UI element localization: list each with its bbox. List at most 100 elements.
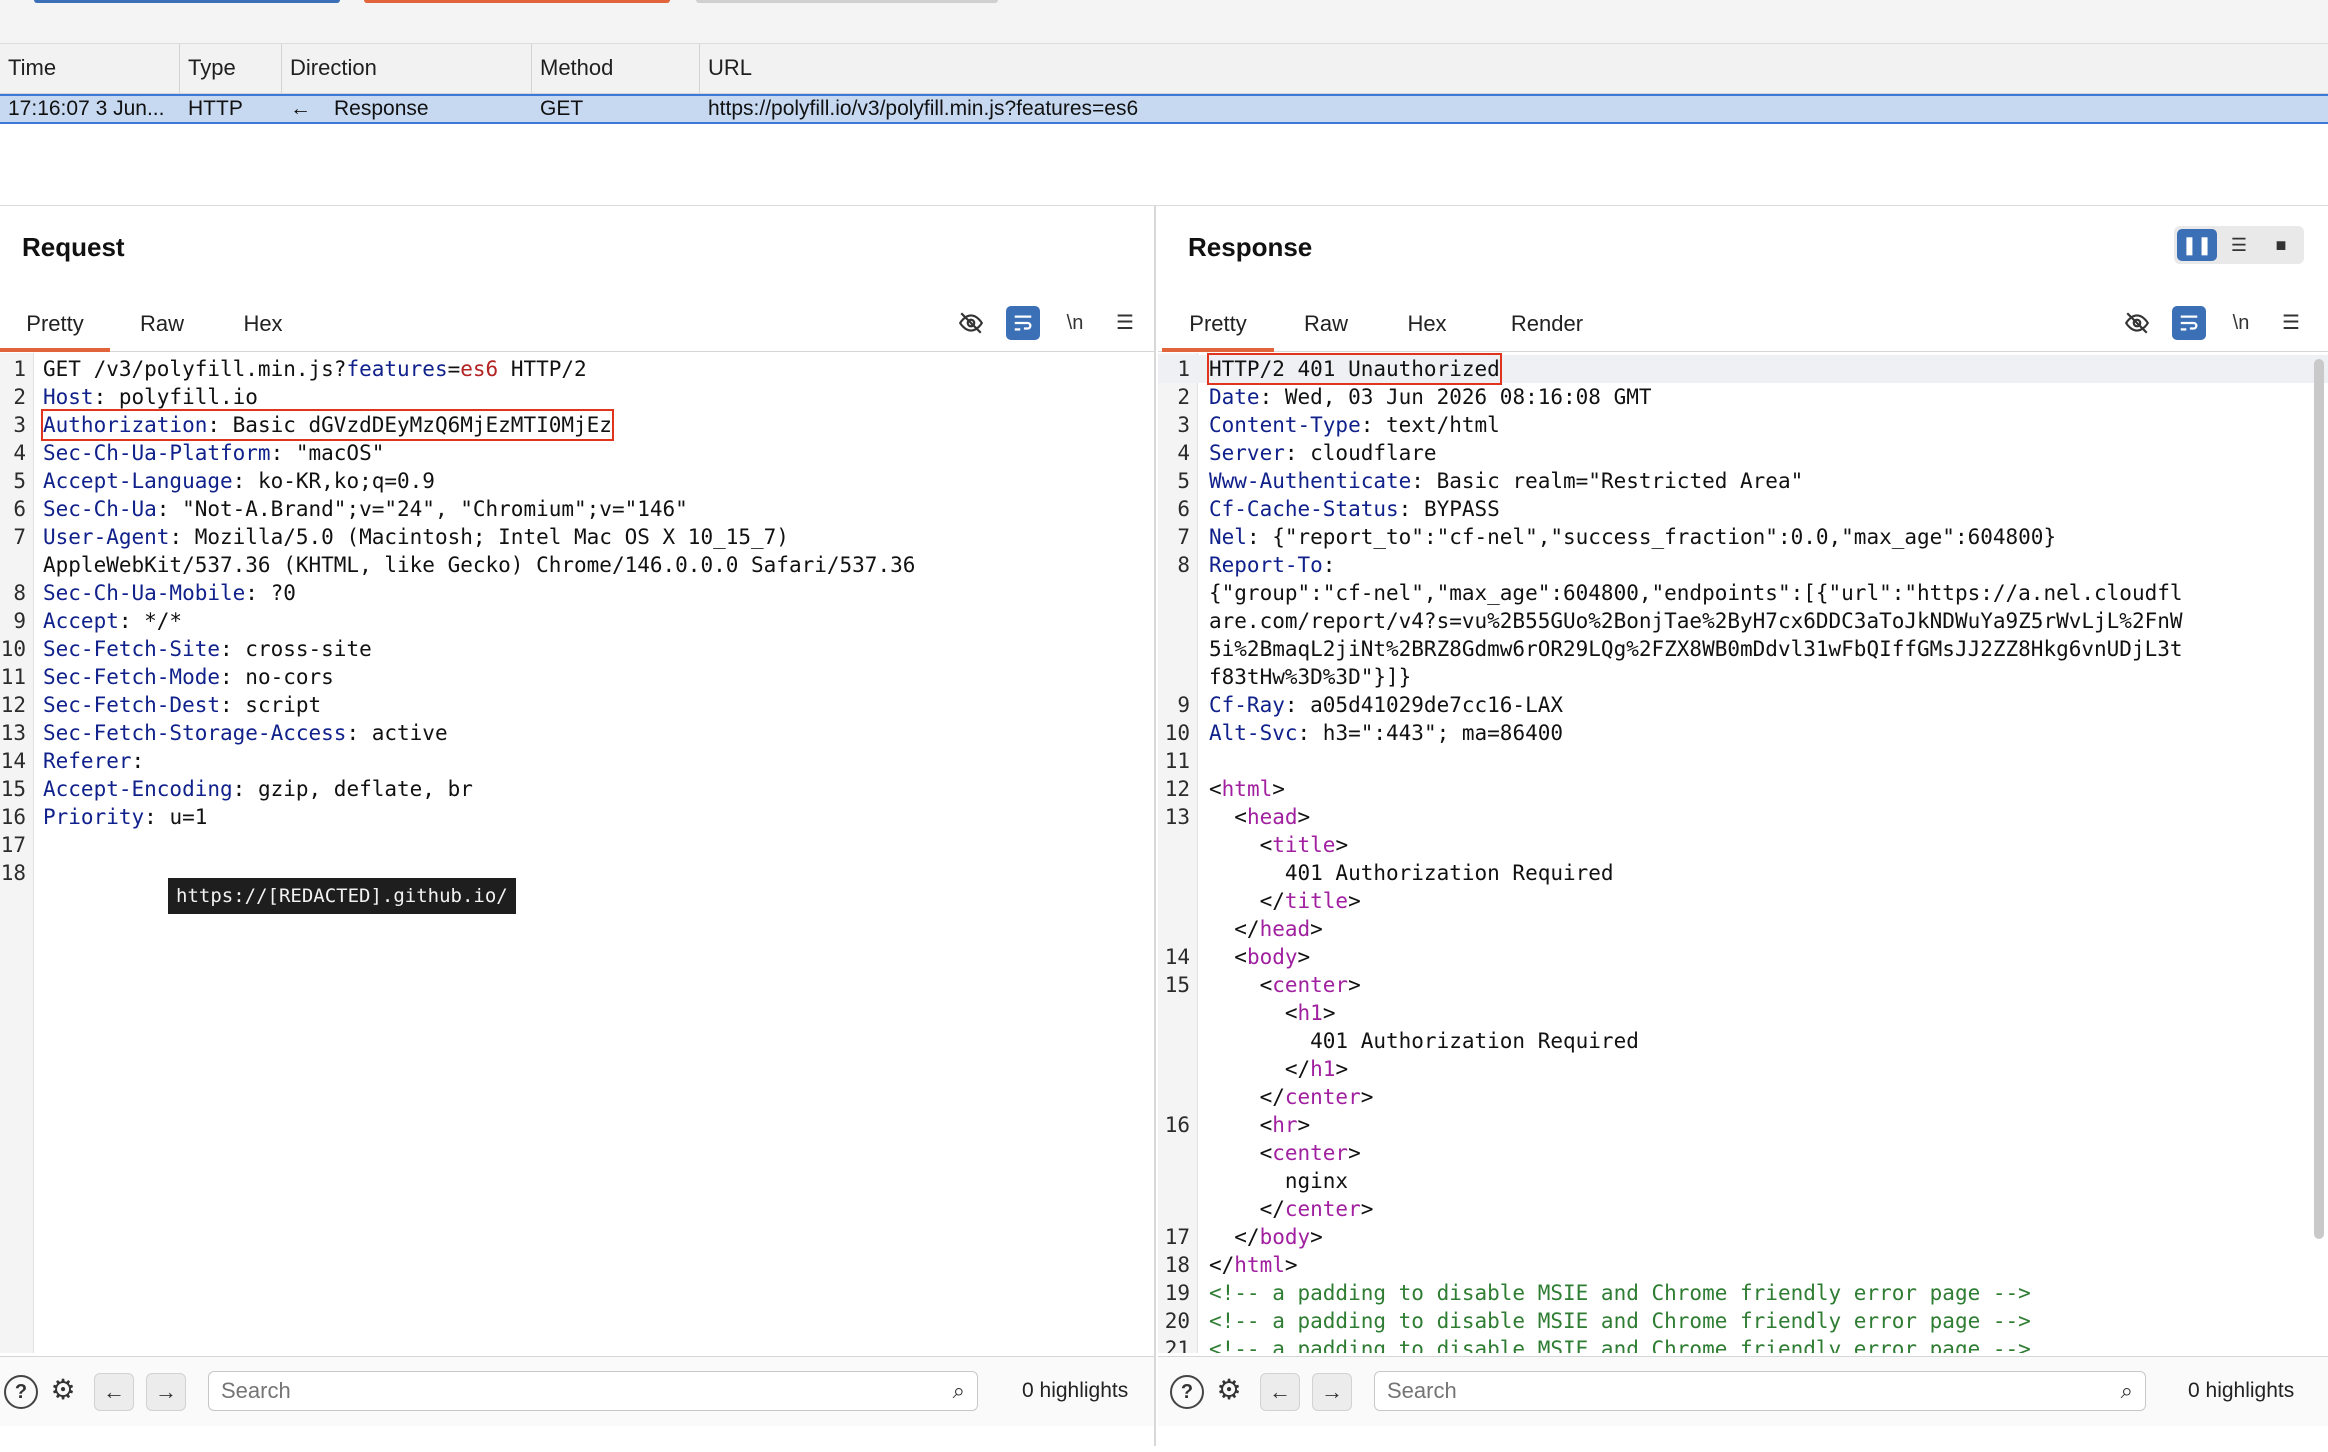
request-search-field[interactable]: ⌕ bbox=[208, 1371, 978, 1411]
tab-hex[interactable]: Hex bbox=[1390, 296, 1464, 352]
col-type[interactable]: Type bbox=[180, 44, 282, 94]
code-text: Sec-Ch-Ua-Mobile: ?0 bbox=[43, 579, 296, 607]
help-icon[interactable]: ? bbox=[4, 1375, 38, 1409]
code-line: 5 Accept-Language: ko-KR,ko;q=0.9 bbox=[0, 467, 1154, 495]
response-editor[interactable]: 1 HTTP/2 401 Unauthorized 2 Date: Wed, 03 J… bbox=[1158, 353, 2328, 1353]
vertical-scrollbar[interactable] bbox=[2314, 359, 2324, 1239]
code-text: Cf-Cache-Status: BYPASS bbox=[1209, 495, 1500, 523]
prev-icon[interactable]: ← bbox=[94, 1373, 134, 1411]
line-number: 21 bbox=[1164, 1337, 1190, 1353]
token: Cf-Cache-Status bbox=[1209, 497, 1399, 521]
line-number: 3 bbox=[13, 413, 26, 437]
tab-render[interactable]: Render bbox=[1492, 296, 1602, 352]
wrap-icon[interactable] bbox=[1006, 306, 1040, 340]
eye-off-icon[interactable] bbox=[2120, 306, 2154, 340]
token: : Basic dGVzdDEyMzQ6MjEzMTI0MjEz bbox=[207, 413, 612, 437]
token: </ bbox=[1209, 1057, 1311, 1081]
line-number: 14 bbox=[0, 749, 26, 773]
token: < bbox=[1209, 1141, 1273, 1165]
tab-hex[interactable]: Hex bbox=[226, 296, 300, 352]
token: : u=1 bbox=[144, 805, 208, 829]
token: HTTP/2 bbox=[498, 357, 587, 381]
prev-icon[interactable]: ← bbox=[1260, 1373, 1300, 1411]
wrap-icon[interactable] bbox=[2172, 306, 2206, 340]
code-line: 5i%2BmaqL2jiNt%2BRZ8Gdmw6rOR29LQg%2FZX8W… bbox=[1158, 635, 2328, 663]
next-icon[interactable]: → bbox=[1312, 1373, 1352, 1411]
next-icon[interactable]: → bbox=[146, 1373, 186, 1411]
gear-icon[interactable]: ⚙ bbox=[46, 1373, 80, 1407]
token: Server bbox=[1209, 441, 1285, 465]
line-number: 10 bbox=[1164, 721, 1190, 745]
tab-stub-orange[interactable] bbox=[364, 0, 670, 3]
code-line: 21 <!-- a padding to disable MSIE and Chr… bbox=[1158, 1335, 2328, 1353]
token: center bbox=[1272, 1141, 1349, 1165]
highlighted-code: Authorization: Basic dGVzdDEyMzQ6MjEzMTI… bbox=[41, 409, 614, 441]
gear-icon[interactable]: ⚙ bbox=[1212, 1373, 1246, 1407]
code-line: <h1> bbox=[1158, 999, 2328, 1027]
token: </ bbox=[1209, 1085, 1285, 1109]
col-method[interactable]: Method bbox=[532, 44, 700, 94]
menu-icon[interactable]: ☰ bbox=[2274, 306, 2308, 340]
token: title bbox=[1272, 833, 1336, 857]
token: <!-- a padding to disable MSIE and Chrom… bbox=[1209, 1309, 2031, 1333]
token: Alt-Svc bbox=[1209, 721, 1298, 745]
token: > bbox=[1335, 833, 1349, 857]
code-text: Alt-Svc: h3=":443"; ma=86400 bbox=[1209, 719, 1563, 747]
code-line: 9 Accept: */* bbox=[0, 607, 1154, 635]
token: : active bbox=[346, 721, 448, 745]
token: Sec-Ch-Ua bbox=[43, 497, 157, 521]
token: : ?0 bbox=[245, 581, 296, 605]
token: {"group":"cf-nel","max_age":604800,"endp… bbox=[1209, 581, 2183, 605]
token: center bbox=[1284, 1197, 1361, 1221]
code-line: 17 bbox=[0, 831, 1154, 859]
tab-pretty[interactable]: Pretty bbox=[1162, 296, 1274, 352]
table-empty-area bbox=[0, 124, 2328, 206]
single-pane-icon[interactable]: ■ bbox=[2261, 229, 2301, 261]
code-text: Priority: u=1 bbox=[43, 803, 207, 831]
response-pane: Response ❚❚ ☰ ■ Pretty Raw Hex Render \n… bbox=[1158, 206, 2328, 1446]
code-line: 1 GET /v3/polyfill.min.js?features=es6 HT… bbox=[0, 355, 1154, 383]
code-line: {"group":"cf-nel","max_age":604800,"endp… bbox=[1158, 579, 2328, 607]
response-search-field[interactable]: ⌕ bbox=[1374, 1371, 2146, 1411]
tab-raw[interactable]: Raw bbox=[122, 296, 202, 352]
line-number: 8 bbox=[1177, 553, 1190, 577]
search-icon[interactable]: ⌕ bbox=[953, 1378, 965, 1404]
help-icon[interactable]: ? bbox=[1170, 1375, 1204, 1409]
code-text: </h1> bbox=[1209, 1055, 1348, 1083]
token: : Basic realm="Restricted Area" bbox=[1411, 469, 1804, 493]
tab-pretty[interactable]: Pretty bbox=[0, 296, 110, 352]
eye-off-icon[interactable] bbox=[954, 306, 988, 340]
token: : bbox=[1322, 553, 1336, 577]
code-text: Server: cloudflare bbox=[1209, 439, 1437, 467]
table-row[interactable]: 17:16:07 3 Jun... HTTP ← Response GET ht… bbox=[0, 94, 2328, 124]
token: Sec-Fetch-Storage-Access bbox=[43, 721, 347, 745]
col-time[interactable]: Time bbox=[0, 44, 180, 94]
token: 401 Authorization Required bbox=[1209, 861, 1614, 885]
search-icon[interactable]: ⌕ bbox=[2121, 1378, 2133, 1404]
request-search-input[interactable] bbox=[221, 1376, 874, 1406]
menu-icon[interactable]: ☰ bbox=[1108, 306, 1142, 340]
col-url[interactable]: URL bbox=[700, 44, 2328, 94]
tab-stub-blue[interactable] bbox=[34, 0, 340, 3]
code-line: 401 Authorization Required bbox=[1158, 859, 2328, 887]
col-direction[interactable]: Direction bbox=[282, 44, 532, 94]
line-number: 2 bbox=[1177, 385, 1190, 409]
tab-raw[interactable]: Raw bbox=[1286, 296, 1366, 352]
token: Accept-Language bbox=[43, 469, 233, 493]
newline-toggle[interactable]: \n bbox=[2224, 306, 2258, 340]
line-number: 6 bbox=[13, 497, 26, 521]
tab-stub-gray[interactable] bbox=[696, 0, 998, 3]
response-search-input[interactable] bbox=[1387, 1376, 2042, 1406]
token: Priority bbox=[43, 805, 145, 829]
token: < bbox=[1209, 945, 1247, 969]
request-editor[interactable]: 1 GET /v3/polyfill.min.js?features=es6 HT… bbox=[0, 353, 1154, 1353]
code-line: 7 User-Agent: Mozilla/5.0 (Macintosh; Int… bbox=[0, 523, 1154, 551]
split-vertical-icon[interactable]: ❚❚ bbox=[2177, 229, 2217, 261]
newline-toggle[interactable]: \n bbox=[1058, 306, 1092, 340]
token: : polyfill.io bbox=[93, 385, 258, 409]
code-line: 14 Referer: bbox=[0, 747, 1154, 775]
response-search-bar: ? ⚙ ← → ⌕ 0 highlights bbox=[1158, 1356, 2328, 1426]
line-number: 9 bbox=[13, 609, 26, 633]
line-number: 12 bbox=[1164, 777, 1190, 801]
split-horizontal-icon[interactable]: ☰ bbox=[2219, 229, 2259, 261]
